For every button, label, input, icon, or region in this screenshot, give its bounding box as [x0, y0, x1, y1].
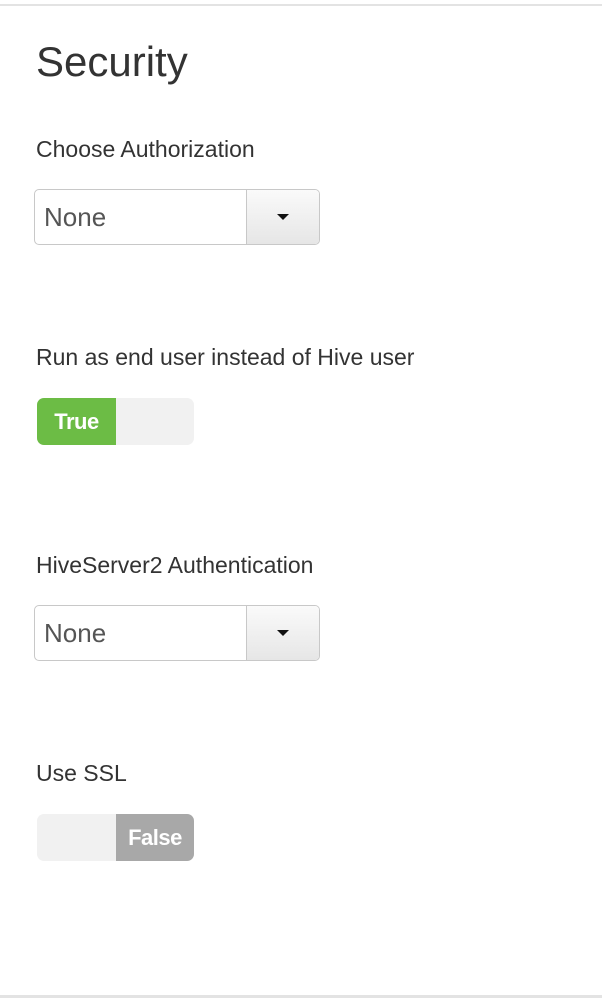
authorization-select[interactable]: None	[34, 189, 320, 245]
toggle-state-true: True	[37, 398, 116, 445]
authorization-label: Choose Authorization	[36, 136, 255, 162]
caret-down-icon	[277, 630, 289, 636]
hs2-auth-select[interactable]: None	[34, 605, 320, 661]
use-ssl-label: Use SSL	[36, 760, 127, 786]
authorization-dropdown-button[interactable]	[246, 190, 319, 244]
bottom-divider	[0, 995, 602, 998]
run-as-end-user-toggle[interactable]: True	[37, 398, 194, 445]
run-as-end-user-label: Run as end user instead of Hive user	[36, 344, 415, 370]
caret-down-icon	[277, 214, 289, 220]
top-divider	[0, 4, 602, 6]
hs2-auth-label: HiveServer2 Authentication	[36, 552, 314, 578]
page-title: Security	[36, 38, 188, 85]
hs2-auth-value: None	[44, 618, 107, 648]
hs2-auth-dropdown-button[interactable]	[246, 606, 319, 660]
authorization-value: None	[44, 202, 107, 232]
use-ssl-toggle[interactable]: False	[37, 814, 194, 861]
toggle-state-false: False	[116, 814, 194, 861]
